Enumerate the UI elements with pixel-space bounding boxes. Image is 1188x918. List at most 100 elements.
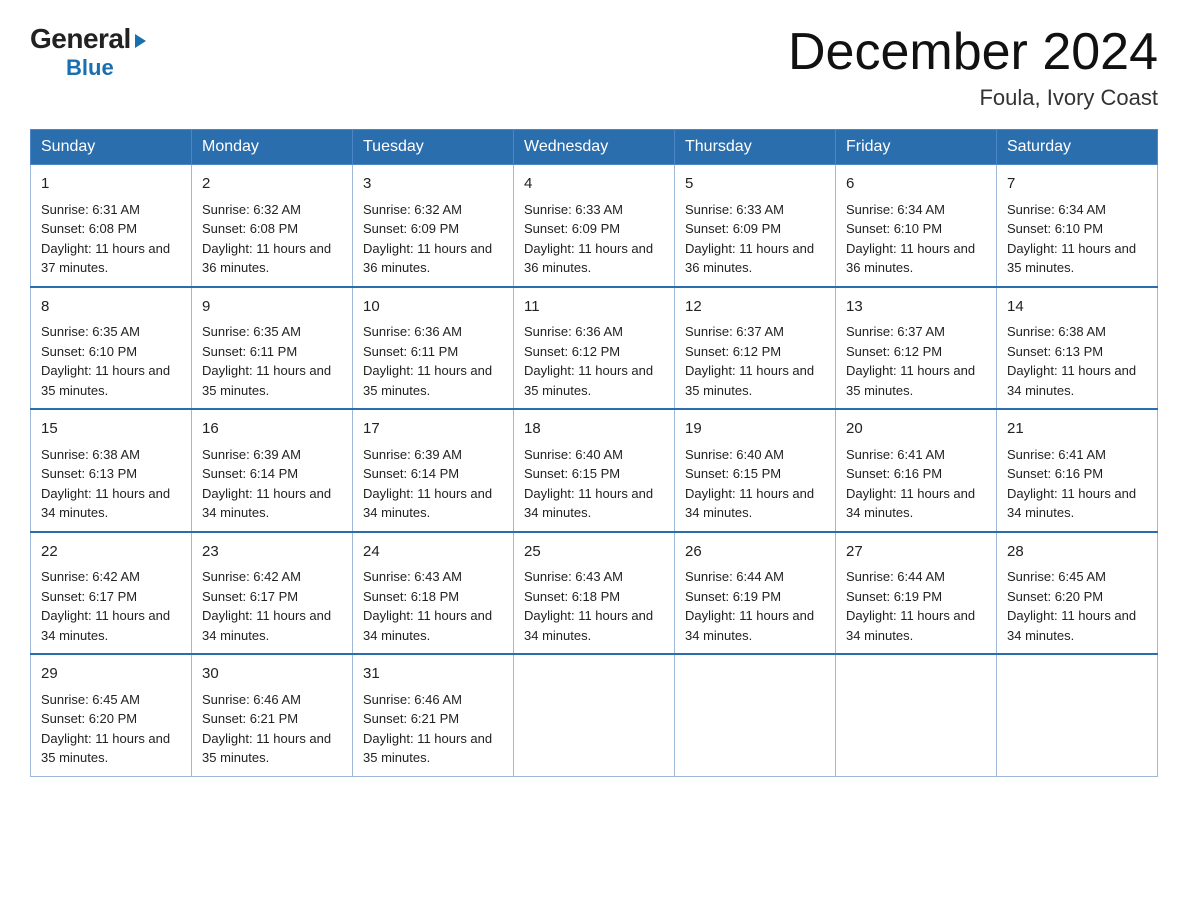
sunset-label: Sunset: 6:12 PM <box>685 344 781 359</box>
header-sunday: Sunday <box>31 130 192 165</box>
daylight-label: Daylight: 11 hours and 34 minutes. <box>1007 486 1136 521</box>
sunset-label: Sunset: 6:18 PM <box>363 589 459 604</box>
day-number: 30 <box>202 663 342 686</box>
header-friday: Friday <box>836 130 997 165</box>
sunrise-label: Sunrise: 6:32 AM <box>202 202 301 217</box>
daylight-label: Daylight: 11 hours and 34 minutes. <box>41 608 170 643</box>
day-number: 27 <box>846 541 986 564</box>
sunrise-label: Sunrise: 6:46 AM <box>363 692 462 707</box>
sunset-label: Sunset: 6:13 PM <box>41 466 137 481</box>
sunrise-label: Sunrise: 6:32 AM <box>363 202 462 217</box>
table-row: 6 Sunrise: 6:34 AM Sunset: 6:10 PM Dayli… <box>836 165 997 287</box>
sunset-label: Sunset: 6:15 PM <box>524 466 620 481</box>
daylight-label: Daylight: 11 hours and 36 minutes. <box>363 241 492 276</box>
sunset-label: Sunset: 6:17 PM <box>41 589 137 604</box>
sunrise-label: Sunrise: 6:34 AM <box>846 202 945 217</box>
sunrise-label: Sunrise: 6:36 AM <box>524 324 623 339</box>
sunrise-label: Sunrise: 6:38 AM <box>41 447 140 462</box>
logo-blue: Blue <box>66 55 114 81</box>
page-title: December 2024 <box>788 24 1158 81</box>
table-row: 22 Sunrise: 6:42 AM Sunset: 6:17 PM Dayl… <box>31 532 192 655</box>
sunrise-label: Sunrise: 6:33 AM <box>685 202 784 217</box>
table-row: 2 Sunrise: 6:32 AM Sunset: 6:08 PM Dayli… <box>192 165 353 287</box>
daylight-label: Daylight: 11 hours and 34 minutes. <box>846 486 975 521</box>
day-number: 3 <box>363 173 503 196</box>
day-number: 12 <box>685 296 825 319</box>
calendar-week-row: 1 Sunrise: 6:31 AM Sunset: 6:08 PM Dayli… <box>31 165 1158 287</box>
sunset-label: Sunset: 6:14 PM <box>202 466 298 481</box>
table-row: 15 Sunrise: 6:38 AM Sunset: 6:13 PM Dayl… <box>31 409 192 532</box>
day-number: 11 <box>524 296 664 319</box>
daylight-label: Daylight: 11 hours and 35 minutes. <box>41 731 170 766</box>
logo[interactable]: General Blue <box>30 24 146 81</box>
sunrise-label: Sunrise: 6:44 AM <box>846 569 945 584</box>
table-row: 29 Sunrise: 6:45 AM Sunset: 6:20 PM Dayl… <box>31 654 192 776</box>
daylight-label: Daylight: 11 hours and 34 minutes. <box>41 486 170 521</box>
sunset-label: Sunset: 6:10 PM <box>846 221 942 236</box>
daylight-label: Daylight: 11 hours and 34 minutes. <box>846 608 975 643</box>
sunrise-label: Sunrise: 6:41 AM <box>1007 447 1106 462</box>
sunrise-label: Sunrise: 6:43 AM <box>524 569 623 584</box>
sunset-label: Sunset: 6:12 PM <box>524 344 620 359</box>
sunrise-label: Sunrise: 6:42 AM <box>202 569 301 584</box>
day-number: 13 <box>846 296 986 319</box>
daylight-label: Daylight: 11 hours and 34 minutes. <box>685 486 814 521</box>
sunrise-label: Sunrise: 6:33 AM <box>524 202 623 217</box>
sunset-label: Sunset: 6:08 PM <box>202 221 298 236</box>
day-number: 29 <box>41 663 181 686</box>
table-row: 14 Sunrise: 6:38 AM Sunset: 6:13 PM Dayl… <box>997 287 1158 410</box>
daylight-label: Daylight: 11 hours and 34 minutes. <box>685 608 814 643</box>
header-wednesday: Wednesday <box>514 130 675 165</box>
sunrise-label: Sunrise: 6:39 AM <box>363 447 462 462</box>
table-row <box>514 654 675 776</box>
calendar-week-row: 15 Sunrise: 6:38 AM Sunset: 6:13 PM Dayl… <box>31 409 1158 532</box>
table-row: 27 Sunrise: 6:44 AM Sunset: 6:19 PM Dayl… <box>836 532 997 655</box>
table-row: 18 Sunrise: 6:40 AM Sunset: 6:15 PM Dayl… <box>514 409 675 532</box>
sunrise-label: Sunrise: 6:35 AM <box>41 324 140 339</box>
daylight-label: Daylight: 11 hours and 35 minutes. <box>202 363 331 398</box>
day-number: 7 <box>1007 173 1147 196</box>
day-number: 22 <box>41 541 181 564</box>
sunset-label: Sunset: 6:18 PM <box>524 589 620 604</box>
table-row: 26 Sunrise: 6:44 AM Sunset: 6:19 PM Dayl… <box>675 532 836 655</box>
daylight-label: Daylight: 11 hours and 37 minutes. <box>41 241 170 276</box>
page-header: General Blue December 2024 Foula, Ivory … <box>30 24 1158 111</box>
day-number: 20 <box>846 418 986 441</box>
day-number: 8 <box>41 296 181 319</box>
daylight-label: Daylight: 11 hours and 34 minutes. <box>202 486 331 521</box>
daylight-label: Daylight: 11 hours and 36 minutes. <box>524 241 653 276</box>
sunrise-label: Sunrise: 6:38 AM <box>1007 324 1106 339</box>
table-row: 21 Sunrise: 6:41 AM Sunset: 6:16 PM Dayl… <box>997 409 1158 532</box>
sunset-label: Sunset: 6:09 PM <box>685 221 781 236</box>
sunrise-label: Sunrise: 6:44 AM <box>685 569 784 584</box>
day-number: 19 <box>685 418 825 441</box>
sunrise-label: Sunrise: 6:37 AM <box>846 324 945 339</box>
sunrise-label: Sunrise: 6:43 AM <box>363 569 462 584</box>
sunrise-label: Sunrise: 6:35 AM <box>202 324 301 339</box>
daylight-label: Daylight: 11 hours and 35 minutes. <box>363 363 492 398</box>
daylight-label: Daylight: 11 hours and 36 minutes. <box>202 241 331 276</box>
daylight-label: Daylight: 11 hours and 34 minutes. <box>524 486 653 521</box>
daylight-label: Daylight: 11 hours and 35 minutes. <box>202 731 331 766</box>
table-row: 1 Sunrise: 6:31 AM Sunset: 6:08 PM Dayli… <box>31 165 192 287</box>
calendar-week-row: 29 Sunrise: 6:45 AM Sunset: 6:20 PM Dayl… <box>31 654 1158 776</box>
table-row: 12 Sunrise: 6:37 AM Sunset: 6:12 PM Dayl… <box>675 287 836 410</box>
day-number: 21 <box>1007 418 1147 441</box>
table-row: 31 Sunrise: 6:46 AM Sunset: 6:21 PM Dayl… <box>353 654 514 776</box>
table-row: 13 Sunrise: 6:37 AM Sunset: 6:12 PM Dayl… <box>836 287 997 410</box>
sunset-label: Sunset: 6:19 PM <box>685 589 781 604</box>
sunset-label: Sunset: 6:10 PM <box>1007 221 1103 236</box>
sunset-label: Sunset: 6:12 PM <box>846 344 942 359</box>
table-row: 30 Sunrise: 6:46 AM Sunset: 6:21 PM Dayl… <box>192 654 353 776</box>
sunrise-label: Sunrise: 6:40 AM <box>524 447 623 462</box>
daylight-label: Daylight: 11 hours and 34 minutes. <box>202 608 331 643</box>
header-thursday: Thursday <box>675 130 836 165</box>
daylight-label: Daylight: 11 hours and 34 minutes. <box>524 608 653 643</box>
table-row: 23 Sunrise: 6:42 AM Sunset: 6:17 PM Dayl… <box>192 532 353 655</box>
table-row: 11 Sunrise: 6:36 AM Sunset: 6:12 PM Dayl… <box>514 287 675 410</box>
sunset-label: Sunset: 6:11 PM <box>202 344 297 359</box>
table-row: 4 Sunrise: 6:33 AM Sunset: 6:09 PM Dayli… <box>514 165 675 287</box>
sunset-label: Sunset: 6:20 PM <box>1007 589 1103 604</box>
sunset-label: Sunset: 6:21 PM <box>202 711 298 726</box>
daylight-label: Daylight: 11 hours and 35 minutes. <box>524 363 653 398</box>
